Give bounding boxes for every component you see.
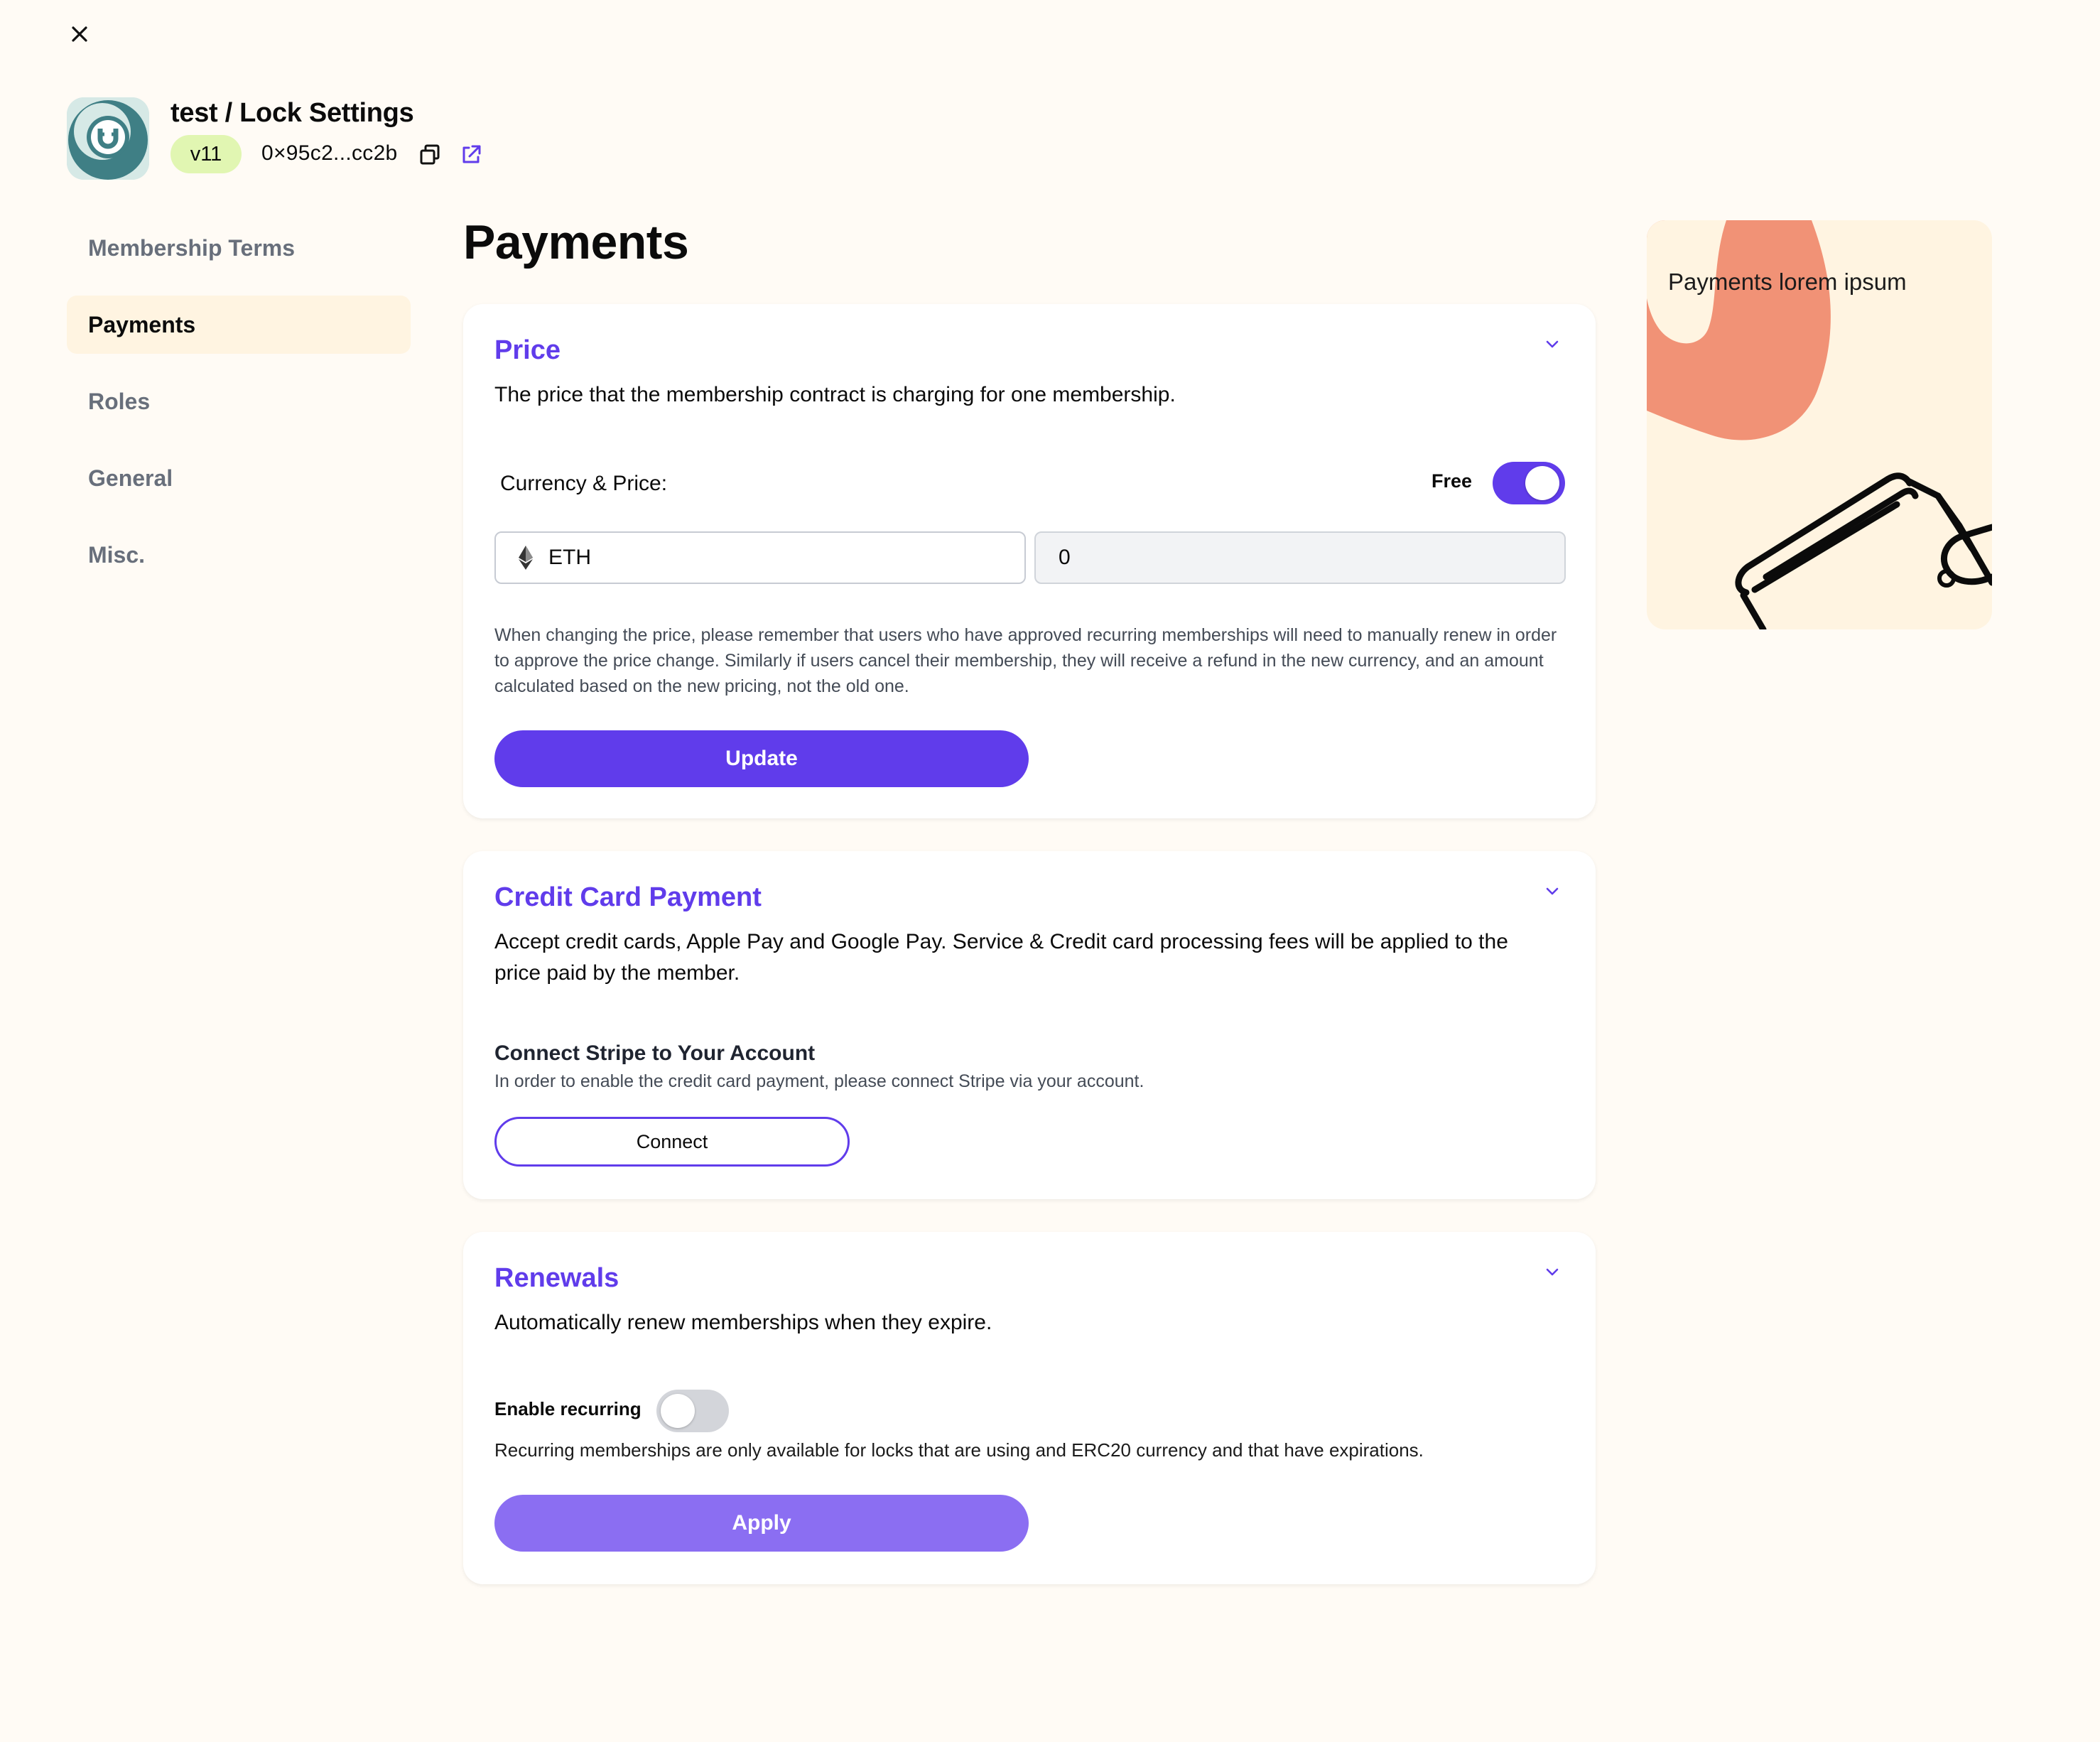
sidebar-item-membership-terms[interactable]: Membership Terms bbox=[67, 219, 411, 277]
currency-select[interactable]: ETH bbox=[494, 531, 1026, 584]
sidebar-item-misc[interactable]: Misc. bbox=[67, 526, 411, 584]
price-description: The price that the membership contract i… bbox=[494, 383, 1176, 406]
close-button[interactable] bbox=[65, 20, 94, 48]
free-label: Free bbox=[1431, 470, 1472, 492]
page-title: Payments bbox=[463, 215, 689, 269]
ethereum-icon bbox=[519, 546, 533, 570]
copy-address-button[interactable] bbox=[418, 142, 443, 168]
update-button[interactable]: Update bbox=[494, 730, 1029, 787]
renewals-title: Renewals bbox=[494, 1263, 619, 1293]
apply-button[interactable]: Apply bbox=[494, 1495, 1029, 1552]
price-title: Price bbox=[494, 335, 561, 365]
connect-button[interactable]: Connect bbox=[494, 1117, 850, 1167]
price-change-note: When changing the price, please remember… bbox=[494, 625, 1557, 696]
side-info-text: Payments lorem ipsum bbox=[1668, 269, 1907, 295]
price-input[interactable]: 0 bbox=[1034, 531, 1566, 584]
credit-card-title: Credit Card Payment bbox=[494, 882, 762, 912]
version-badge: v11 bbox=[171, 135, 242, 173]
renewals-card: Renewals Automatically renew memberships… bbox=[463, 1232, 1596, 1584]
connect-stripe-heading: Connect Stripe to Your Account bbox=[494, 1042, 816, 1065]
external-link-icon bbox=[462, 145, 481, 163]
recurring-note: Recurring memberships are only available… bbox=[494, 1439, 1424, 1461]
price-value: 0 bbox=[1059, 546, 1071, 569]
sidebar-item-roles[interactable]: Roles bbox=[67, 372, 411, 431]
close-icon bbox=[72, 26, 87, 42]
currency-price-label: Currency & Price: bbox=[500, 472, 668, 495]
page-header-title: test / Lock Settings bbox=[171, 98, 414, 128]
chevron-down-icon[interactable] bbox=[1542, 1262, 1563, 1283]
side-info-card: Payments lorem ipsum bbox=[1647, 220, 1992, 629]
chevron-down-icon[interactable] bbox=[1542, 881, 1563, 902]
sidebar-item-general[interactable]: General bbox=[67, 449, 411, 507]
credit-card-description: Accept credit cards, Apple Pay and Googl… bbox=[494, 930, 1508, 985]
connect-stripe-note: In order to enable the credit card payme… bbox=[494, 1071, 1144, 1091]
recurring-toggle[interactable] bbox=[656, 1390, 729, 1432]
lock-avatar bbox=[67, 97, 149, 180]
credit-card-payment-card: Credit Card Payment Accept credit cards,… bbox=[463, 851, 1596, 1199]
currency-value: ETH bbox=[548, 546, 591, 569]
enable-recurring-label: Enable recurring bbox=[494, 1398, 642, 1419]
chevron-down-icon[interactable] bbox=[1542, 334, 1563, 355]
free-toggle[interactable] bbox=[1493, 462, 1565, 504]
renewals-description: Automatically renew memberships when the… bbox=[494, 1311, 992, 1334]
copy-icon bbox=[420, 144, 440, 165]
sidebar-item-payments[interactable]: Payments bbox=[67, 296, 411, 354]
price-card: Price The price that the membership cont… bbox=[463, 304, 1596, 818]
open-explorer-button[interactable] bbox=[458, 142, 484, 168]
lock-address: 0×95c2...cc2b bbox=[261, 141, 398, 165]
